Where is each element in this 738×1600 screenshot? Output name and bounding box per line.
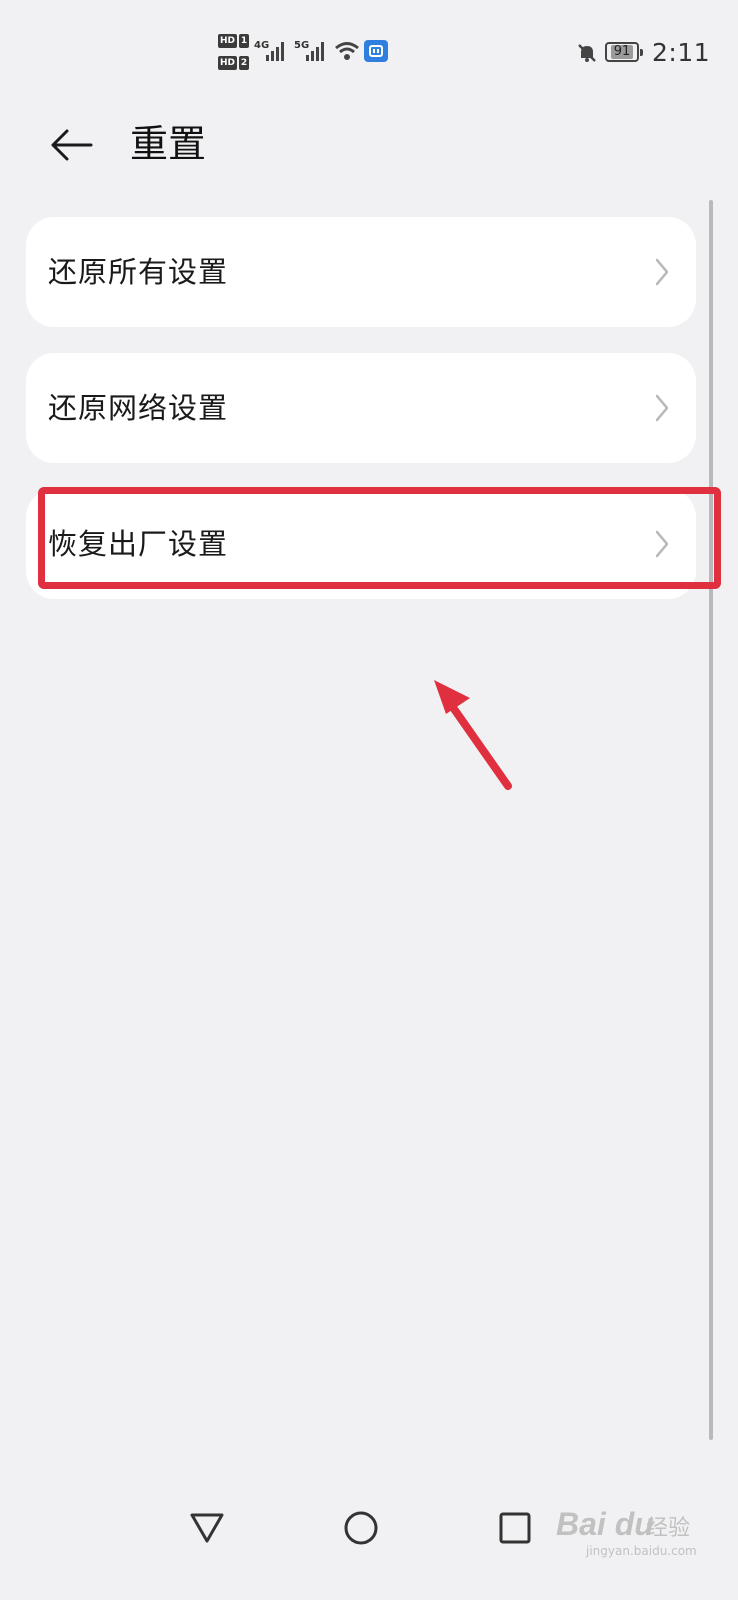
sim1-number: 1 <box>239 34 250 48</box>
reset-all-settings-item[interactable]: 还原所有设置 <box>26 217 696 327</box>
factory-reset-item[interactable]: 恢复出厂设置 <box>26 489 696 599</box>
annotation-arrow-icon <box>434 680 512 790</box>
nav-home-button[interactable] <box>339 1506 383 1550</box>
scrollbar[interactable] <box>709 200 713 1440</box>
chevron-right-icon <box>655 258 669 286</box>
chevron-right-icon <box>655 530 669 558</box>
battery-level: 91 <box>610 45 634 59</box>
bell-off-icon <box>578 44 596 62</box>
clock: 2:11 <box>652 38 711 67</box>
reset-network-settings-item[interactable]: 还原网络设置 <box>26 353 696 463</box>
signal-icon <box>306 42 324 61</box>
chevron-right-icon <box>655 394 669 422</box>
sim2-badge: HD 2 <box>218 56 250 70</box>
navigation-bar <box>0 1480 738 1580</box>
wifi-icon <box>335 42 359 60</box>
back-button[interactable] <box>44 120 98 170</box>
sim1-badge: HD 1 <box>218 34 250 48</box>
page-title: 重置 <box>130 122 207 166</box>
sim2-hd-label: HD <box>218 56 238 70</box>
app-badge-icon <box>364 40 388 62</box>
home-circle-icon <box>344 1511 378 1545</box>
factory-reset-label: 恢复出厂设置 <box>48 527 229 561</box>
nav-recents-button[interactable] <box>493 1506 537 1550</box>
nav-back-button[interactable] <box>185 1506 229 1550</box>
reset-network-settings-label: 还原网络设置 <box>48 391 229 425</box>
battery-icon: 91 <box>605 42 643 62</box>
sim-indicators: HD 1 HD 2 <box>218 34 252 74</box>
signal-icon <box>266 42 284 61</box>
sim1-hd-label: HD <box>218 34 238 48</box>
arrow-left-icon <box>51 129 93 161</box>
status-bar: HD 1 HD 2 4G 5G 91 2:11 <box>0 0 738 100</box>
reset-all-settings-label: 还原所有设置 <box>48 255 229 289</box>
recents-square-icon <box>499 1512 531 1544</box>
back-triangle-icon <box>190 1513 224 1543</box>
sim2-number: 2 <box>239 56 250 70</box>
